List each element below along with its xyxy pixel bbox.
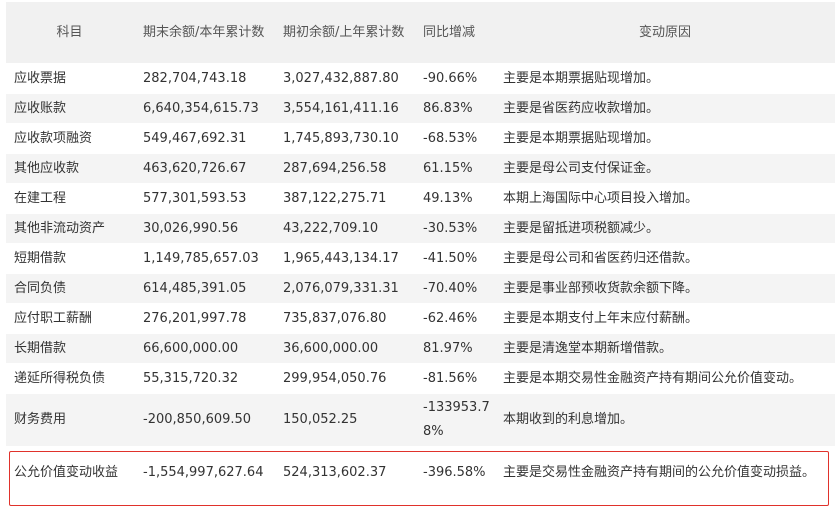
header-change-reason: 变动原因 — [495, 2, 835, 64]
table-row: 财务费用 -200,850,609.50 150,052.25 -133953.… — [6, 393, 835, 447]
cell-reason: 主要是本期票据贴现增加。 — [495, 63, 835, 94]
financial-changes-table: 科目 期末余额/本年累计数 期初余额/上年累计数 同比增减 变动原因 应收票据 … — [6, 2, 835, 500]
table-row: 长期借款 66,600,000.00 36,600,000.00 81.97% … — [6, 333, 835, 364]
cell-yoy: -90.66% — [413, 63, 495, 94]
cell-subject: 公允价值变动收益 — [6, 446, 133, 500]
cell-closing: 55,315,720.32 — [133, 363, 273, 394]
cell-reason: 本期上海国际中心项目投入增加。 — [495, 183, 835, 214]
cell-closing: 6,640,354,615.73 — [133, 93, 273, 124]
cell-opening: 2,076,079,331.31 — [273, 273, 413, 304]
table-row: 应收款项融资 549,467,692.31 1,745,893,730.10 -… — [6, 123, 835, 154]
cell-subject: 应付职工薪酬 — [6, 303, 133, 334]
cell-subject: 应收票据 — [6, 63, 133, 94]
cell-opening: 1,745,893,730.10 — [273, 123, 413, 154]
table-row-highlighted: 公允价值变动收益 -1,554,997,627.64 524,313,602.3… — [6, 446, 835, 500]
cell-yoy: 86.83% — [413, 93, 495, 124]
cell-opening: 1,965,443,134.17 — [273, 243, 413, 274]
cell-opening: 36,600,000.00 — [273, 333, 413, 364]
cell-subject: 递延所得税负债 — [6, 363, 133, 394]
cell-opening: 735,837,076.80 — [273, 303, 413, 334]
cell-yoy: -68.53% — [413, 123, 495, 154]
cell-closing: -200,850,609.50 — [133, 393, 273, 447]
cell-reason: 主要是省医药应收款增加。 — [495, 93, 835, 124]
cell-yoy: -396.58% — [413, 446, 495, 500]
cell-closing: 577,301,593.53 — [133, 183, 273, 214]
header-closing-balance: 期末余额/本年累计数 — [133, 2, 273, 64]
cell-opening: 524,313,602.37 — [273, 446, 413, 500]
cell-yoy: -30.53% — [413, 213, 495, 244]
cell-reason: 主要是母公司和省医药归还借款。 — [495, 243, 835, 274]
cell-closing: 30,026,990.56 — [133, 213, 273, 244]
cell-reason: 主要是清逸堂本期新增借款。 — [495, 333, 835, 364]
cell-opening: 3,027,432,887.80 — [273, 63, 413, 94]
cell-reason: 主要是母公司支付保证金。 — [495, 153, 835, 184]
table-header-row: 科目 期末余额/本年累计数 期初余额/上年累计数 同比增减 变动原因 — [6, 2, 835, 64]
cell-subject: 其他应收款 — [6, 153, 133, 184]
cell-reason: 主要是交易性金融资产持有期间的公允价值变动损益。 — [495, 446, 835, 500]
table-row: 递延所得税负债 55,315,720.32 299,954,050.76 -81… — [6, 363, 835, 394]
cell-subject: 短期借款 — [6, 243, 133, 274]
cell-opening: 299,954,050.76 — [273, 363, 413, 394]
cell-yoy: -41.50% — [413, 243, 495, 274]
cell-closing: 282,704,743.18 — [133, 63, 273, 94]
header-subject: 科目 — [6, 2, 133, 64]
cell-subject: 长期借款 — [6, 333, 133, 364]
table-row: 应付职工薪酬 276,201,997.78 735,837,076.80 -62… — [6, 303, 835, 334]
table-row: 应收票据 282,704,743.18 3,027,432,887.80 -90… — [6, 63, 835, 94]
cell-reason: 主要是本期支付上年末应付薪酬。 — [495, 303, 835, 334]
cell-closing: 614,485,391.05 — [133, 273, 273, 304]
table-row: 合同负债 614,485,391.05 2,076,079,331.31 -70… — [6, 273, 835, 304]
cell-opening: 3,554,161,411.16 — [273, 93, 413, 124]
cell-opening: 387,122,275.71 — [273, 183, 413, 214]
cell-yoy: -81.56% — [413, 363, 495, 394]
table-row: 应收账款 6,640,354,615.73 3,554,161,411.16 8… — [6, 93, 835, 124]
cell-subject: 财务费用 — [6, 393, 133, 447]
table-row: 在建工程 577,301,593.53 387,122,275.71 49.13… — [6, 183, 835, 214]
cell-reason: 主要是本期票据贴现增加。 — [495, 123, 835, 154]
cell-yoy: -133953.78% — [413, 393, 495, 447]
cell-reason: 主要是留抵进项税额减少。 — [495, 213, 835, 244]
cell-yoy: 61.15% — [413, 153, 495, 184]
cell-subject: 应收账款 — [6, 93, 133, 124]
cell-reason: 主要是本期交易性金融资产持有期间公允价值变动。 — [495, 363, 835, 394]
table-row: 其他非流动资产 30,026,990.56 43,222,709.10 -30.… — [6, 213, 835, 244]
cell-closing: 66,600,000.00 — [133, 333, 273, 364]
cell-closing: 549,467,692.31 — [133, 123, 273, 154]
cell-subject: 合同负债 — [6, 273, 133, 304]
cell-reason: 主要是事业部预收货款余额下降。 — [495, 273, 835, 304]
cell-closing: -1,554,997,627.64 — [133, 446, 273, 500]
cell-yoy: 49.13% — [413, 183, 495, 214]
cell-yoy: -70.40% — [413, 273, 495, 304]
cell-opening: 43,222,709.10 — [273, 213, 413, 244]
table-row: 短期借款 1,149,785,657.03 1,965,443,134.17 -… — [6, 243, 835, 274]
cell-opening: 150,052.25 — [273, 393, 413, 447]
header-opening-balance: 期初余额/上年累计数 — [273, 2, 413, 64]
cell-closing: 1,149,785,657.03 — [133, 243, 273, 274]
cell-closing: 276,201,997.78 — [133, 303, 273, 334]
table-row: 其他应收款 463,620,726.67 287,694,256.58 61.1… — [6, 153, 835, 184]
cell-closing: 463,620,726.67 — [133, 153, 273, 184]
cell-subject: 在建工程 — [6, 183, 133, 214]
cell-yoy: 81.97% — [413, 333, 495, 364]
header-yoy-change: 同比增减 — [413, 2, 495, 64]
cell-subject: 其他非流动资产 — [6, 213, 133, 244]
cell-subject: 应收款项融资 — [6, 123, 133, 154]
cell-yoy: -62.46% — [413, 303, 495, 334]
cell-reason: 本期收到的利息增加。 — [495, 393, 835, 447]
cell-opening: 287,694,256.58 — [273, 153, 413, 184]
